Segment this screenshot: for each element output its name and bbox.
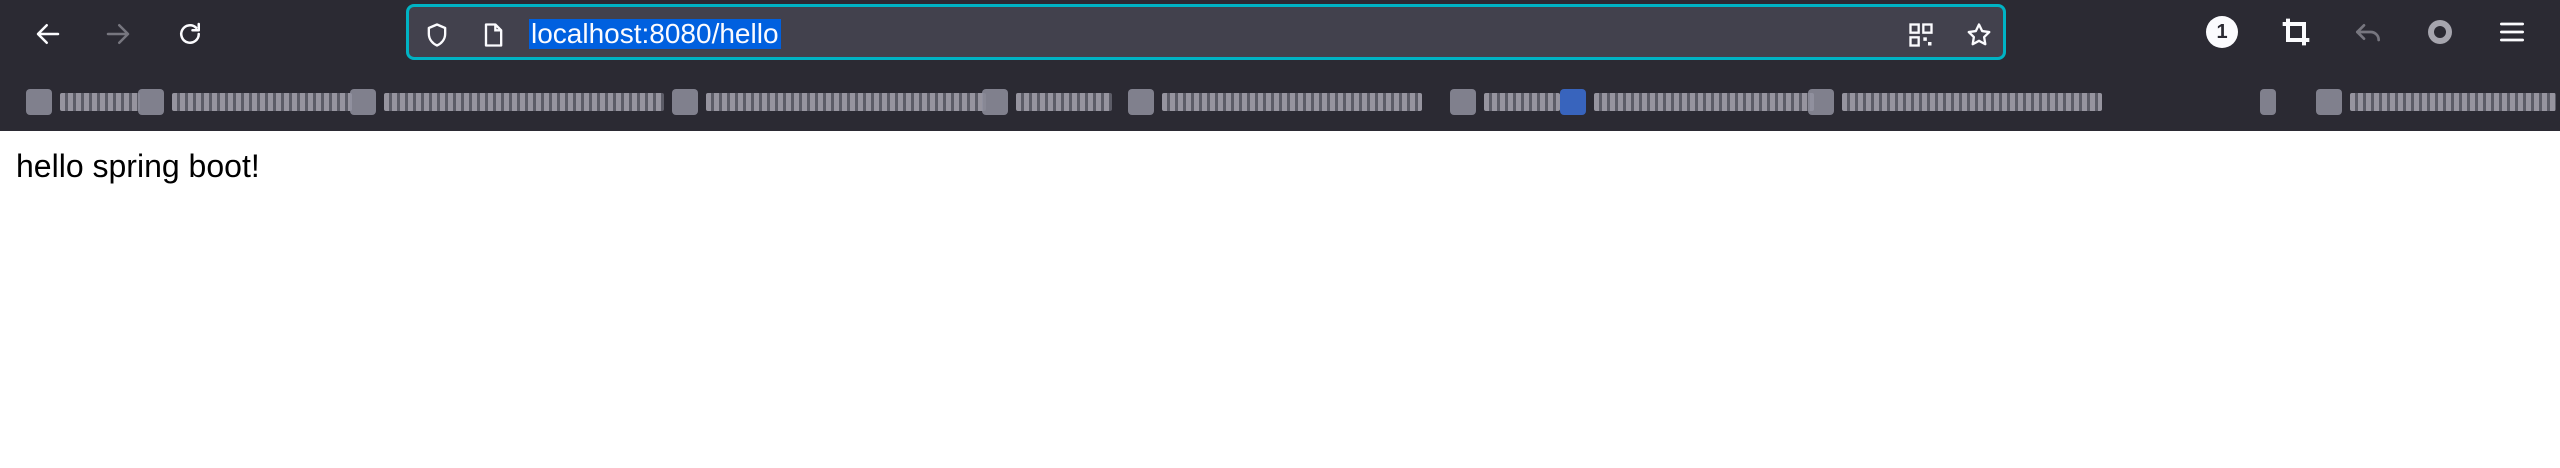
notification-badge[interactable]: 1 — [2204, 14, 2240, 50]
bookmark-favicon-icon — [1808, 89, 1834, 115]
chevron-right-icon — [2260, 89, 2276, 115]
bookmark-favicon-icon — [1128, 89, 1154, 115]
forward-button[interactable] — [96, 12, 140, 56]
app-menu-button[interactable] — [2494, 14, 2530, 50]
undo-icon — [2356, 24, 2380, 42]
page-icon[interactable] — [479, 21, 507, 49]
address-bar[interactable]: localhost:8080/hello — [406, 4, 2006, 60]
reload-button[interactable] — [168, 12, 212, 56]
undo-button[interactable] — [2350, 14, 2386, 50]
crop-button[interactable] — [2278, 14, 2314, 50]
bookmark-favicon-icon — [982, 89, 1008, 115]
bookmark-item[interactable] — [1128, 86, 1422, 118]
bookmark-item[interactable] — [26, 86, 140, 118]
star-icon[interactable] — [1965, 21, 1993, 49]
folder-icon — [2316, 89, 2342, 115]
bookmark-item[interactable] — [1808, 86, 2102, 118]
bookmark-item[interactable] — [350, 86, 664, 118]
bookmark-item[interactable] — [982, 86, 1112, 118]
profile-button[interactable] — [2422, 14, 2458, 50]
bookmark-favicon-icon — [1560, 89, 1586, 115]
bookmark-item[interactable] — [1450, 86, 1560, 118]
back-button[interactable] — [26, 12, 70, 56]
bookmarks-toolbar — [0, 80, 2560, 124]
menu-icon — [2500, 22, 2524, 42]
shield-icon[interactable] — [423, 21, 451, 49]
bookmark-favicon-icon — [26, 89, 52, 115]
browser-chrome: localhost:8080/hello 1 — [0, 0, 2560, 131]
bookmarks-overflow-button[interactable] — [2260, 86, 2276, 118]
bookmark-favicon-icon — [1450, 89, 1476, 115]
bookmark-favicon-icon — [350, 89, 376, 115]
bookmark-item[interactable] — [138, 86, 352, 118]
other-bookmarks[interactable] — [2316, 86, 2556, 118]
page-body-text: hello spring boot! — [16, 148, 260, 184]
crop-icon — [2282, 18, 2310, 46]
back-icon — [36, 24, 60, 44]
bookmark-item[interactable] — [672, 86, 986, 118]
navigation-toolbar: localhost:8080/hello 1 — [0, 0, 2560, 66]
reload-icon — [180, 22, 200, 44]
forward-icon — [106, 24, 130, 44]
bookmark-favicon-icon — [138, 89, 164, 115]
url-text[interactable]: localhost:8080/hello — [529, 19, 781, 49]
qr-code-icon[interactable] — [1907, 21, 1935, 49]
bookmark-favicon-icon — [672, 89, 698, 115]
bookmark-item[interactable] — [1560, 86, 1814, 118]
profile-icon — [2428, 20, 2452, 44]
